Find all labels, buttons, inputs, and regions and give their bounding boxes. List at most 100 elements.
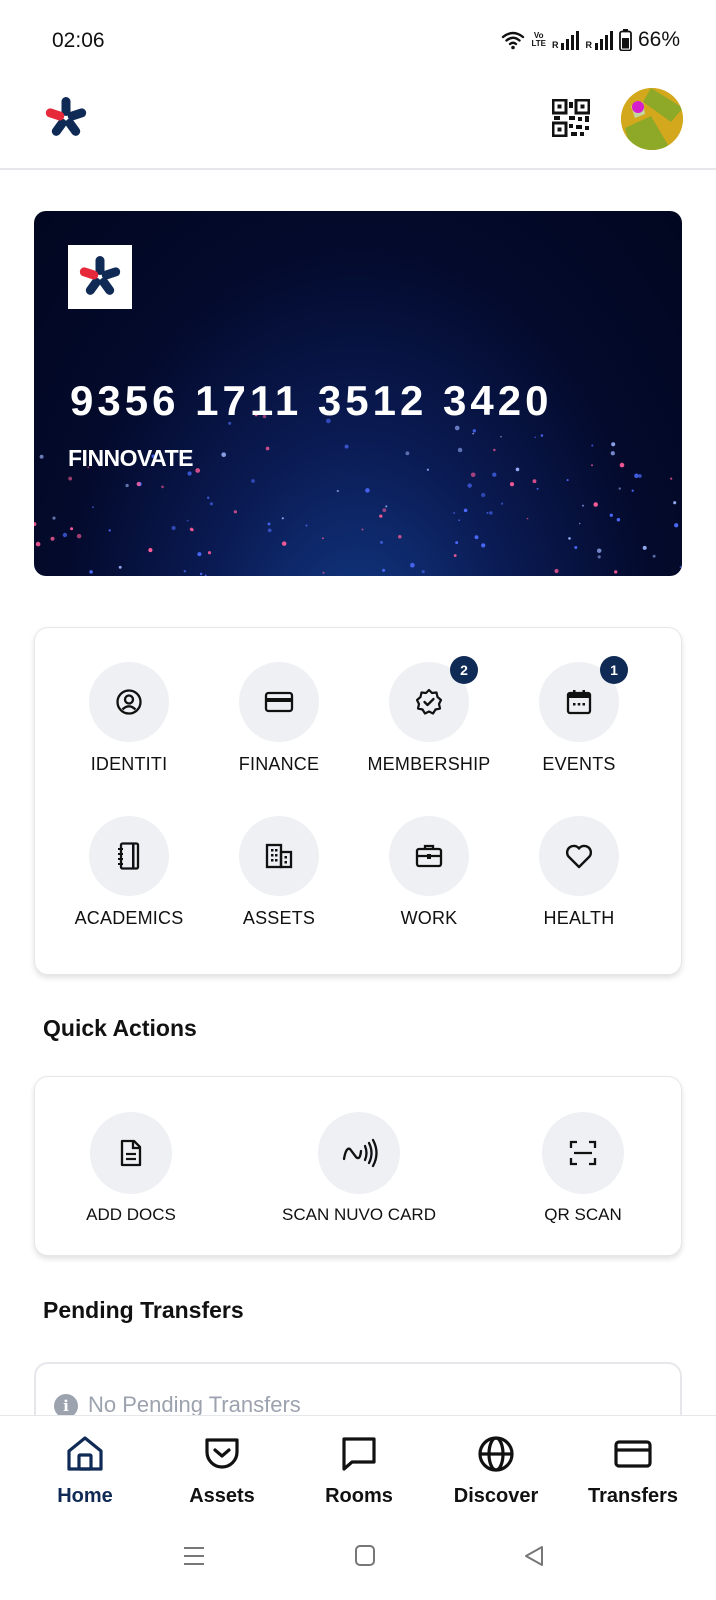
card-particle (221, 452, 227, 458)
card-particle (265, 446, 270, 451)
document-icon (120, 1139, 142, 1167)
card-number: 9356 1711 3512 3420 (70, 377, 553, 424)
card-particle (187, 471, 192, 476)
card-particle (189, 527, 194, 531)
asterisk-logo-icon[interactable] (44, 96, 88, 140)
category-icon-circle (89, 662, 169, 742)
card-particle (281, 541, 287, 546)
user-circle-icon (116, 689, 142, 715)
card-particle (467, 483, 472, 488)
card-particle (209, 502, 214, 506)
qr-scan-button[interactable]: QR SCAN (473, 1077, 693, 1257)
scan-icon (569, 1140, 597, 1166)
card-particle (457, 447, 463, 453)
category-events[interactable]: 1 EVENTS (504, 628, 654, 778)
nav-label: Home (57, 1485, 113, 1507)
avatar-pattern (621, 88, 683, 150)
category-membership[interactable]: 2 MEMBERSHIP (354, 628, 504, 778)
verified-badge-icon (415, 688, 443, 715)
card-icon (614, 1440, 652, 1468)
card-particle (385, 505, 388, 508)
category-label: IDENTITI (90, 754, 168, 774)
card-particle (380, 540, 383, 544)
card-particle (233, 510, 238, 514)
category-finance[interactable]: FINANCE (204, 628, 354, 778)
category-work[interactable]: WORK (354, 782, 504, 932)
card-particle (492, 472, 497, 477)
nav-discover[interactable]: Discover (426, 1416, 566, 1516)
category-academics[interactable]: ACADEMICS (54, 782, 204, 932)
card-particle (361, 528, 364, 531)
card-particle (493, 448, 496, 452)
category-assets[interactable]: ASSETS (204, 782, 354, 932)
category-identiti[interactable]: IDENTITI (54, 628, 204, 778)
card-particle (39, 454, 44, 459)
pending-transfers-title: Pending Transfers (43, 1297, 244, 1323)
menu-icon[interactable] (182, 1545, 206, 1567)
card-particle (76, 533, 82, 539)
wifi-icon (502, 31, 525, 50)
scan-nuvo-card-button[interactable]: SCAN NUVO CARD (249, 1077, 469, 1257)
card-particle (382, 508, 387, 513)
card-particle (281, 517, 284, 520)
card-particle (34, 522, 37, 527)
nav-transfers[interactable]: Transfers (563, 1416, 703, 1516)
action-label: SCAN NUVO CARD (282, 1205, 436, 1224)
card-particle (161, 485, 164, 489)
back-icon[interactable] (522, 1545, 546, 1567)
card-particle (458, 519, 461, 522)
category-icon-circle (89, 816, 169, 896)
card-particle (574, 546, 578, 549)
card-particle (195, 468, 201, 473)
category-label: MEMBERSHIP (367, 754, 491, 774)
card-particle (426, 468, 429, 471)
category-label: WORK (400, 908, 458, 928)
category-label: HEALTH (543, 908, 615, 928)
card-particle (515, 467, 520, 472)
nav-home[interactable]: Home (15, 1416, 155, 1516)
nav-rooms[interactable]: Rooms (289, 1416, 429, 1516)
action-label: ADD DOCS (86, 1205, 176, 1224)
card-particle (609, 513, 613, 517)
category-icon-circle (539, 816, 619, 896)
card-particle (207, 551, 212, 555)
battery-percent: 66% (637, 28, 680, 51)
card-particle (581, 504, 585, 507)
card-particle (251, 479, 255, 483)
card-particle (509, 482, 515, 487)
membership-card[interactable]: 9356 1711 3512 3420 FINNOVATE (34, 211, 682, 576)
add-docs-button[interactable]: ADD DOCS (21, 1077, 241, 1257)
home-button-icon[interactable] (353, 1545, 377, 1567)
card-particle (148, 548, 153, 553)
chat-icon (342, 1437, 376, 1471)
asterisk-logo-icon (79, 256, 121, 295)
notification-badge: 1 (600, 656, 628, 684)
card-particle (267, 528, 272, 533)
user-avatar[interactable] (621, 88, 683, 150)
card-particle (554, 568, 559, 574)
card-particle (638, 474, 642, 478)
nav-assets[interactable]: Assets (152, 1416, 292, 1516)
battery-icon (619, 29, 632, 51)
card-particle (382, 568, 386, 572)
card-particle (634, 473, 639, 479)
home-screen: 02:06 Vo LTE R R 66% 9356 1711 3512 3420… (0, 0, 716, 1600)
card-particle (618, 487, 621, 490)
card-particle (474, 535, 479, 540)
heart-icon (565, 844, 593, 869)
card-particle (500, 502, 504, 505)
card-logo (68, 245, 132, 309)
home-icon (67, 1436, 103, 1471)
card-particle (591, 444, 594, 447)
category-health[interactable]: HEALTH (504, 782, 654, 932)
status-icons: Vo LTE R R 66% (501, 28, 680, 52)
action-icon-circle (90, 1112, 172, 1194)
card-particle (481, 492, 486, 498)
action-icon-circle (542, 1112, 624, 1194)
card-particle (322, 571, 325, 574)
card-particle (322, 537, 324, 540)
card-particle (336, 489, 339, 493)
card-particle (410, 562, 415, 568)
qr-code-icon[interactable] (552, 99, 590, 137)
card-particle (136, 481, 141, 487)
